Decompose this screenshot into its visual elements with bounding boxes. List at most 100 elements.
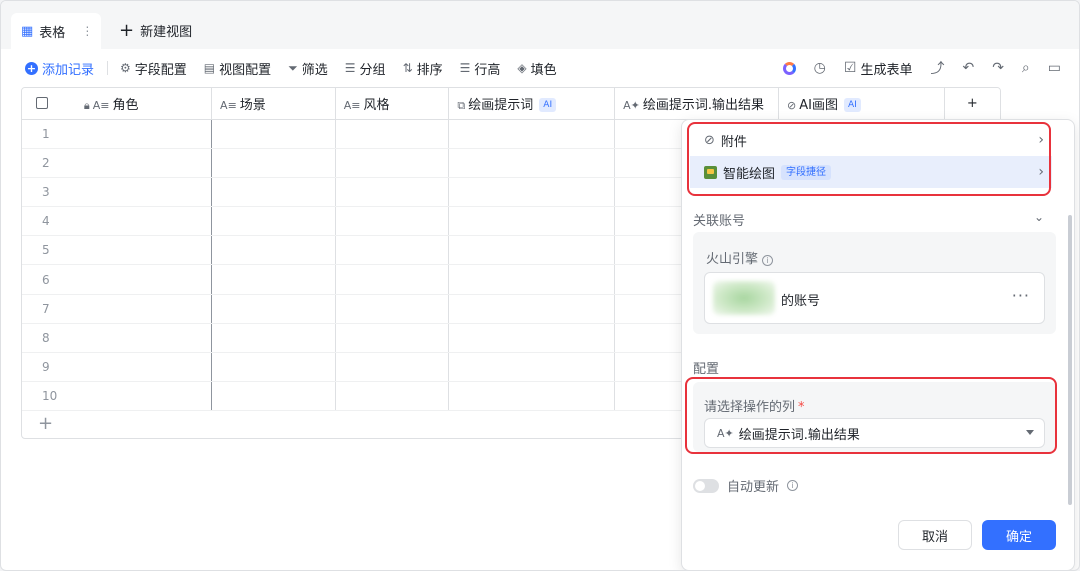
- grid-cell[interactable]: [211, 294, 336, 324]
- column-label: 绘画提示词.输出结果: [642, 97, 765, 113]
- grid-cell[interactable]: [448, 264, 616, 295]
- grid-cell[interactable]: [335, 119, 450, 149]
- grid-cell[interactable]: [75, 148, 213, 178]
- auto-update-toggle[interactable]: [693, 478, 719, 493]
- column-label: 绘画提示词: [468, 97, 534, 113]
- filter-label: 筛选: [301, 62, 328, 78]
- grid-cell[interactable]: [335, 294, 450, 324]
- select-all-cell[interactable]: [22, 88, 76, 120]
- grid-cell[interactable]: [211, 235, 336, 266]
- grid-cell[interactable]: [448, 119, 616, 149]
- account-item[interactable]: 的账号 ···: [704, 272, 1045, 324]
- add-row-button[interactable]: +: [38, 413, 53, 434]
- grid-cell[interactable]: [335, 264, 450, 295]
- column-header-ai-drawing[interactable]: ⊘ AI画图 AI: [778, 88, 945, 120]
- more-horizontal-icon[interactable]: ···: [1012, 286, 1030, 305]
- select-all-checkbox[interactable]: [36, 97, 48, 110]
- view-config-button[interactable]: ▤ 视图配置: [204, 59, 271, 78]
- grid-cell[interactable]: [448, 206, 616, 237]
- ai-badge: AI: [539, 98, 557, 113]
- grid-cell[interactable]: [211, 119, 336, 149]
- redo-icon[interactable]: ↷: [992, 60, 1004, 76]
- grid-cell[interactable]: [335, 235, 450, 266]
- fill-color-button[interactable]: ◈ 填色: [517, 59, 556, 78]
- grid-cell[interactable]: [75, 177, 213, 208]
- row-number: 3: [22, 177, 76, 208]
- grid-cell[interactable]: [335, 148, 450, 178]
- grid-cell[interactable]: [211, 177, 336, 208]
- row-number: 4: [22, 206, 76, 237]
- grid-cell[interactable]: [211, 148, 336, 178]
- grid-cell[interactable]: [211, 264, 336, 295]
- chevron-down-icon[interactable]: ⌄: [1034, 210, 1044, 224]
- generate-form-button[interactable]: ☑ 生成表单: [844, 59, 913, 78]
- grid-cell[interactable]: [75, 264, 213, 295]
- grid-cell[interactable]: [211, 323, 336, 354]
- undo-icon[interactable]: ↶: [962, 60, 974, 76]
- grid-cell[interactable]: [75, 206, 213, 237]
- toolbar: + 添加记录 ⚙ 字段配置 ▤ 视图配置 ⏷ 筛选 ☰ 分组 ⇅ 排序 ☰ 行高: [1, 49, 1079, 87]
- toolbar-right: ◷ ☑ 生成表单 ⤴ ↶ ↷ ⌕ ▭: [782, 49, 1061, 87]
- sort-label: 排序: [416, 62, 443, 78]
- column-header-prompt-output[interactable]: A✦ 绘画提示词.输出结果: [614, 88, 780, 120]
- add-record-button[interactable]: + 添加记录: [25, 59, 94, 78]
- share-icon[interactable]: ⤴: [930, 58, 944, 78]
- grid-cell[interactable]: [335, 381, 450, 412]
- app-window: ▦ 表格 ⋮ + 新建视图 + 添加记录 ⚙ 字段配置 ▤ 视图配置 ⏷ 筛选 …: [0, 0, 1080, 571]
- column-header-prompt[interactable]: ⧉ 绘画提示词 AI: [448, 88, 616, 120]
- grid-cell[interactable]: [448, 235, 616, 266]
- grid-cell[interactable]: [335, 323, 450, 354]
- search-list-icon[interactable]: ⌕: [1022, 60, 1030, 76]
- grid-cell[interactable]: [75, 294, 213, 324]
- row-height-label: 行高: [474, 62, 501, 78]
- row-number: 10: [22, 381, 76, 412]
- grid-cell[interactable]: [211, 381, 336, 412]
- grid-cell[interactable]: [211, 352, 336, 383]
- grid-cell[interactable]: [448, 381, 616, 412]
- form-check-icon: ☑: [843, 60, 857, 76]
- row-height-button[interactable]: ☰ 行高: [460, 59, 501, 78]
- info-icon[interactable]: i: [762, 255, 774, 266]
- row-number: 1: [22, 119, 76, 149]
- new-view-button[interactable]: + 新建视图: [119, 21, 192, 40]
- grid-cell[interactable]: [448, 352, 616, 383]
- grid-cell[interactable]: [335, 352, 450, 383]
- grid-cell[interactable]: [211, 206, 336, 237]
- comment-icon[interactable]: ▭: [1048, 60, 1061, 76]
- confirm-button[interactable]: 确定: [982, 520, 1056, 550]
- filter-button[interactable]: ⏷ 筛选: [288, 59, 328, 78]
- grid-cell[interactable]: [448, 294, 616, 324]
- account-section-title: 关联账号: [693, 214, 746, 229]
- grid-cell[interactable]: [335, 177, 450, 208]
- grid-cell[interactable]: [75, 381, 213, 412]
- config-section-title: 配置: [693, 362, 720, 377]
- grid-cell[interactable]: [75, 323, 213, 354]
- panel-scrollbar[interactable]: [1068, 215, 1072, 505]
- grid-cell[interactable]: [75, 235, 213, 266]
- history-icon[interactable]: ◷: [814, 60, 826, 76]
- sort-icon: ⇅: [402, 61, 413, 75]
- cancel-button[interactable]: 取消: [898, 520, 972, 550]
- grid-cell[interactable]: [448, 323, 616, 354]
- field-config-button[interactable]: ⚙ 字段配置: [120, 59, 187, 78]
- ai-badge: AI: [844, 98, 861, 113]
- column-header-role[interactable]: 🔒︎ A≡ 角色: [75, 88, 213, 120]
- grid-cell[interactable]: [75, 119, 213, 149]
- column-header-style[interactable]: A≡ 风格: [335, 88, 450, 120]
- tab-table-view[interactable]: ▦ 表格 ⋮: [11, 13, 101, 49]
- fill-color-label: 填色: [530, 62, 557, 78]
- grid-cell[interactable]: [448, 148, 616, 178]
- sort-button[interactable]: ⇅ 排序: [403, 59, 443, 78]
- table-grid-icon: ▦: [21, 23, 34, 39]
- grid-cell[interactable]: [448, 177, 616, 208]
- grid-cell[interactable]: [75, 352, 213, 383]
- more-vertical-icon[interactable]: ⋮: [81, 24, 93, 38]
- add-column-button[interactable]: +: [944, 88, 1000, 120]
- ai-assistant-icon[interactable]: [782, 61, 796, 75]
- grid-cell[interactable]: [335, 206, 450, 237]
- new-view-label: 新建视图: [140, 25, 193, 40]
- column-header-scene[interactable]: A≡ 场景: [211, 88, 336, 120]
- group-button[interactable]: ☰ 分组: [345, 59, 386, 78]
- info-icon[interactable]: i: [787, 480, 799, 491]
- column-label: 风格: [363, 97, 390, 113]
